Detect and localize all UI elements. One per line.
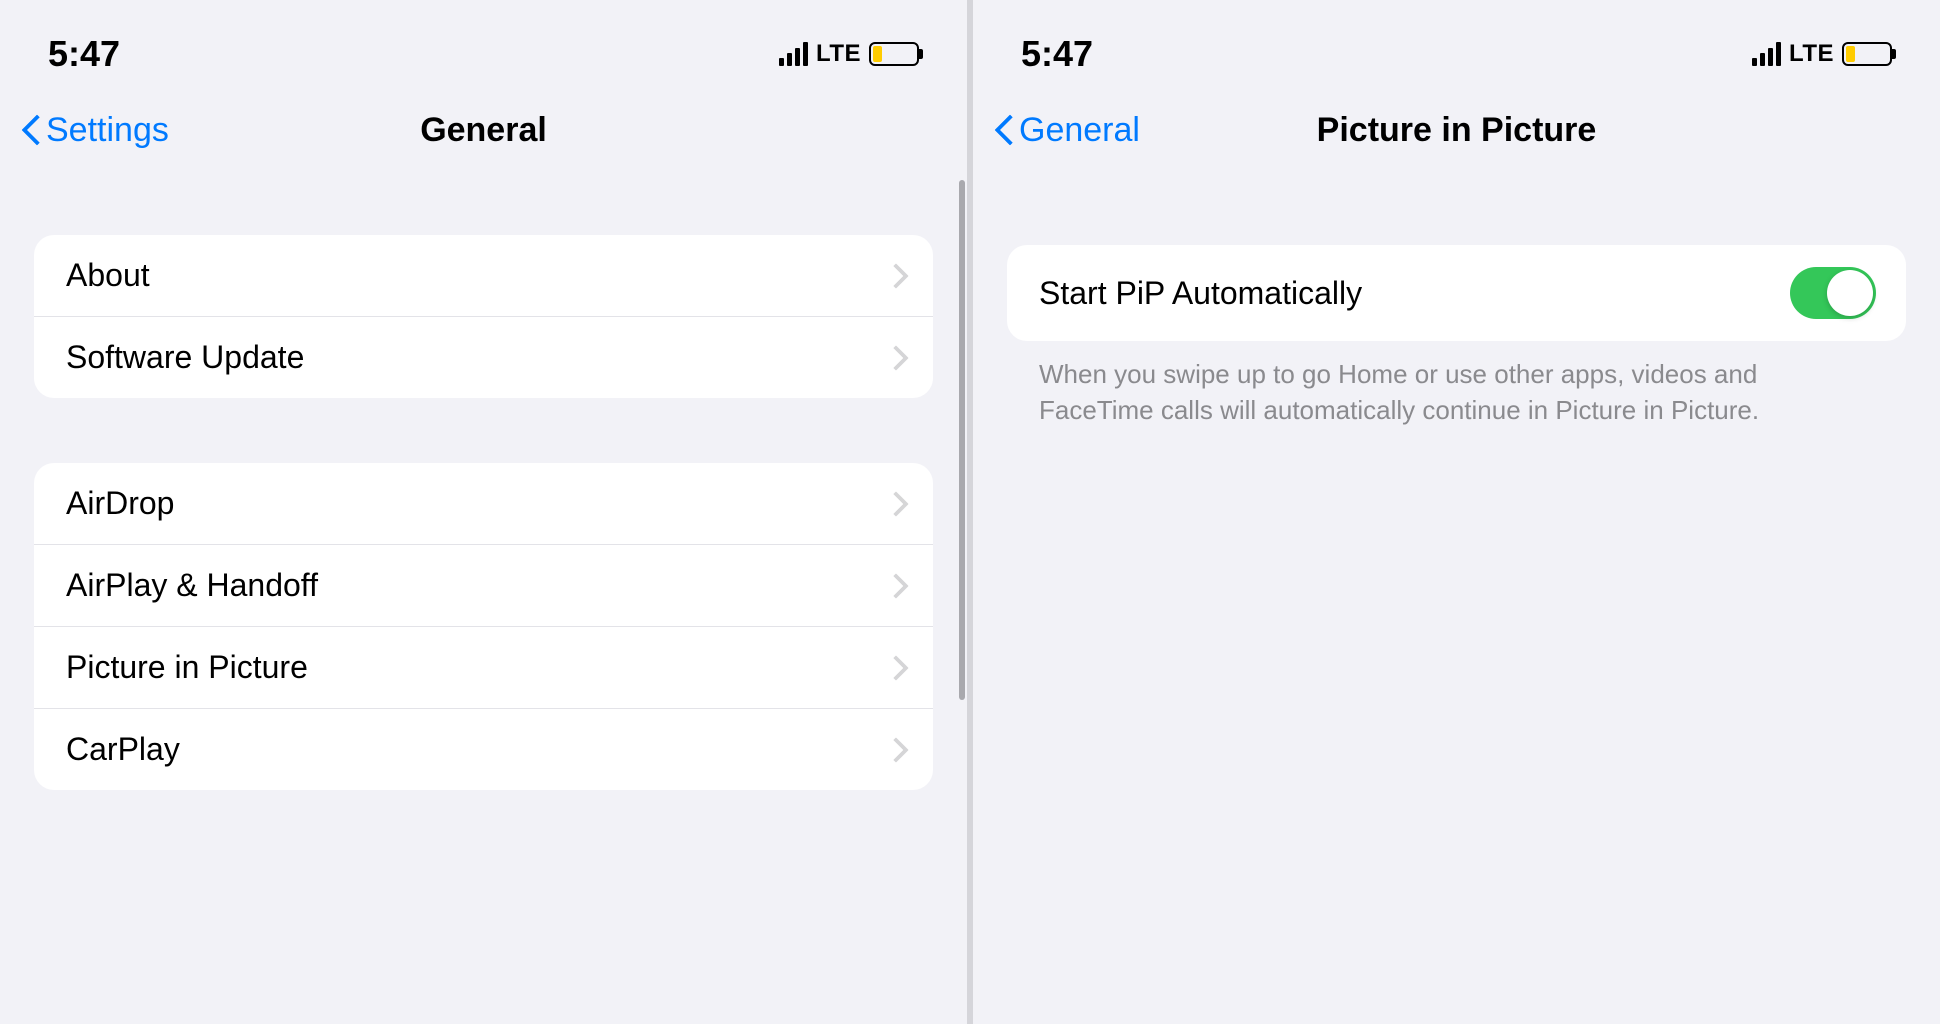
row-software-update[interactable]: Software Update xyxy=(34,317,933,398)
page-title: General xyxy=(420,111,547,150)
chevron-left-icon xyxy=(993,112,1017,148)
battery-fill xyxy=(873,46,882,62)
row-carplay[interactable]: CarPlay xyxy=(34,709,933,790)
page-title: Picture in Picture xyxy=(1317,111,1597,150)
row-label: CarPlay xyxy=(66,731,180,768)
row-airdrop[interactable]: AirDrop xyxy=(34,463,933,545)
chevron-right-icon xyxy=(887,491,903,517)
settings-group-1: About Software Update xyxy=(34,235,933,398)
row-airplay-handoff[interactable]: AirPlay & Handoff xyxy=(34,545,933,627)
content-area: Start PiP Automatically When you swipe u… xyxy=(973,180,1940,1024)
row-label: Picture in Picture xyxy=(66,649,308,686)
row-label: Start PiP Automatically xyxy=(1039,275,1362,312)
cellular-signal-icon xyxy=(1752,42,1781,66)
status-time: 5:47 xyxy=(48,33,120,75)
chevron-left-icon xyxy=(20,112,44,148)
settings-group-2: AirDrop AirPlay & Handoff Picture in Pic… xyxy=(34,463,933,790)
screen-general: 5:47 LTE Settings General About Software… xyxy=(0,0,967,1024)
chevron-right-icon xyxy=(887,655,903,681)
scrollbar[interactable] xyxy=(959,180,965,700)
pip-toggle[interactable] xyxy=(1790,267,1876,319)
battery-icon xyxy=(1842,42,1892,66)
pip-group: Start PiP Automatically xyxy=(1007,245,1906,341)
back-button[interactable]: General xyxy=(993,111,1140,150)
status-indicators: LTE xyxy=(779,40,919,68)
row-label: Software Update xyxy=(66,339,304,376)
screen-pip: 5:47 LTE General Picture in Picture Star… xyxy=(973,0,1940,1024)
battery-icon xyxy=(869,42,919,66)
nav-bar: Settings General xyxy=(0,90,967,180)
battery-fill xyxy=(1846,46,1855,62)
chevron-right-icon xyxy=(887,263,903,289)
chevron-right-icon xyxy=(887,573,903,599)
cellular-signal-icon xyxy=(779,42,808,66)
back-button[interactable]: Settings xyxy=(20,111,169,150)
row-picture-in-picture[interactable]: Picture in Picture xyxy=(34,627,933,709)
back-label: General xyxy=(1019,111,1140,150)
row-label: About xyxy=(66,257,150,294)
network-label: LTE xyxy=(816,40,861,68)
footer-description: When you swipe up to go Home or use othe… xyxy=(1007,341,1906,429)
chevron-right-icon xyxy=(887,345,903,371)
row-start-pip-automatically: Start PiP Automatically xyxy=(1007,245,1906,341)
row-about[interactable]: About xyxy=(34,235,933,317)
status-indicators: LTE xyxy=(1752,40,1892,68)
status-bar: 5:47 LTE xyxy=(973,0,1940,90)
back-label: Settings xyxy=(46,111,169,150)
status-bar: 5:47 LTE xyxy=(0,0,967,90)
status-time: 5:47 xyxy=(1021,33,1093,75)
network-label: LTE xyxy=(1789,40,1834,68)
chevron-right-icon xyxy=(887,737,903,763)
row-label: AirDrop xyxy=(66,485,174,522)
row-label: AirPlay & Handoff xyxy=(66,567,318,604)
nav-bar: General Picture in Picture xyxy=(973,90,1940,180)
content-area: About Software Update AirDrop AirPlay & … xyxy=(0,180,967,1024)
toggle-knob xyxy=(1827,270,1873,316)
